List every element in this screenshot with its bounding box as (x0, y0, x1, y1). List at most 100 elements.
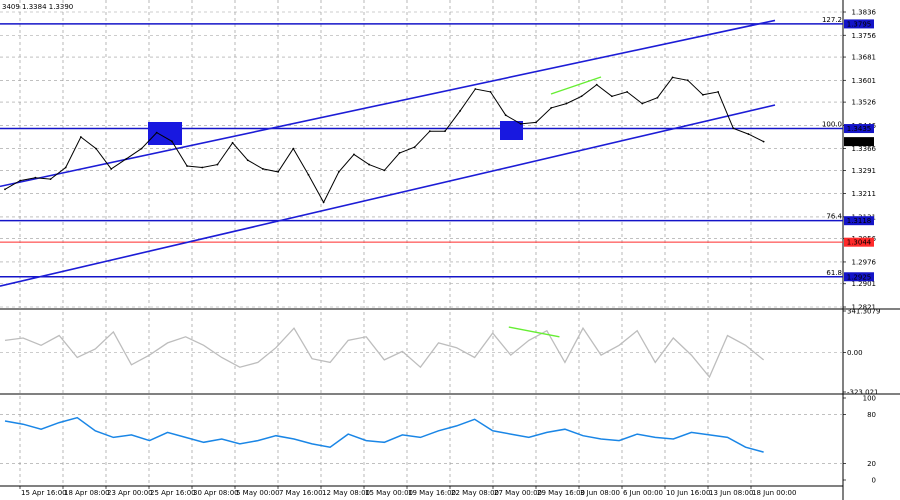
price-point (641, 102, 644, 105)
price-point (610, 95, 613, 98)
price-point (656, 96, 659, 99)
time-tick-label: 22 May 08:00 (451, 489, 499, 497)
time-tick-label: 18 Apr 08:00 (64, 489, 110, 497)
price-point (398, 152, 401, 154)
price-point (140, 147, 143, 150)
price-point (732, 127, 735, 130)
time-tick-label: 19 May 16:00 (408, 489, 456, 497)
level-price-label: 1.3118 (847, 217, 872, 225)
cci-tick-label: 341.3079 (847, 308, 880, 316)
price-point (19, 179, 22, 182)
price-tick-label: 1.3291 (852, 167, 877, 175)
level-prefix-label: 76.4 (826, 213, 842, 221)
time-tick-label: 15 Apr 16:00 (21, 489, 67, 497)
price-point (686, 79, 689, 82)
price-tick-label: 1.3756 (852, 32, 877, 40)
time-tick-label: 10 Jun 16:00 (666, 489, 710, 497)
ohlc-header: 3409 1.3384 1.3390 (2, 3, 73, 11)
time-tick-label: 3 Jun 08:00 (580, 489, 620, 497)
price-point (762, 140, 765, 143)
price-point (353, 153, 355, 156)
rsi-tick-label: 0 (872, 477, 876, 485)
time-tick-label: 15 May 00:00 (365, 489, 413, 497)
level-price-label: 1.3795 (847, 20, 872, 28)
level-price-label: 1.2925 (847, 273, 872, 281)
price-point (474, 88, 477, 90)
level-prefix-label: 61.8 (826, 269, 842, 277)
price-tick-label: 1.3681 (852, 54, 877, 62)
time-axis: 15 Apr 16:0018 Apr 08:0023 Apr 00:0025 A… (19, 486, 796, 497)
time-tick-label: 27 May 00:00 (494, 489, 542, 497)
time-tick-label: 18 Jun 00:00 (752, 489, 796, 497)
price-point (216, 163, 219, 166)
time-tick-label: 29 May 16:00 (537, 489, 585, 497)
price-point (747, 133, 750, 135)
price-point (489, 91, 492, 93)
price-point (125, 157, 128, 160)
time-tick-label: 23 Apr 00:00 (107, 489, 153, 497)
level-price-label: 1.3435 (847, 125, 872, 133)
price-point (231, 141, 234, 144)
price-point (459, 109, 462, 112)
rsi-tick-label: 80 (867, 411, 876, 419)
price-point (535, 121, 537, 124)
price-point (34, 176, 37, 179)
price-point (565, 102, 568, 105)
cci-divergence-line (508, 326, 560, 338)
price-point (64, 166, 67, 169)
time-tick-label: 5 May 00:00 (236, 489, 280, 497)
price-tick-label: 1.2901 (852, 280, 877, 288)
price-tick-label: 1.3526 (852, 99, 877, 107)
price-tick-label: 1.3601 (852, 77, 877, 85)
price-point (519, 122, 522, 125)
time-tick-label: 12 May 08:00 (322, 489, 370, 497)
price-point (428, 130, 431, 133)
price-tick-label: 1.3366 (852, 145, 877, 153)
price-point (292, 147, 295, 150)
level-prefix-label: 100.0 (822, 121, 842, 129)
price-point (550, 107, 553, 109)
grid-layer (0, 0, 900, 500)
price-point (383, 169, 386, 172)
chart-canvas: 3409 1.3384 1.3390 1.3836 1.3756 1.3681 1.3… (0, 0, 900, 500)
current-price-label: 1.3390 (847, 138, 872, 146)
price-point (413, 146, 416, 149)
price-point (4, 188, 6, 191)
highlight-box (148, 122, 182, 145)
price-point (580, 95, 583, 98)
time-tick-label: 13 Jun 08:00 (709, 489, 753, 497)
price-point (170, 140, 173, 143)
level-prefix-label: 127.2 (822, 16, 842, 24)
rsi-tick-label: 100 (863, 395, 876, 403)
price-point (671, 76, 674, 79)
rsi-tick-label: 20 (867, 460, 876, 468)
time-tick-label: 6 Jun 00:00 (623, 489, 663, 497)
time-tick-label: 7 May 16:00 (279, 489, 323, 497)
price-point (717, 91, 720, 93)
price-series-line (4, 76, 764, 204)
channel-upper-line (0, 19, 776, 188)
price-point (444, 130, 446, 133)
price-divergence-line (550, 76, 602, 95)
price-tick-label: 1.3836 (852, 9, 877, 17)
price-point (277, 170, 280, 173)
price-point (368, 163, 371, 166)
price-point (307, 173, 310, 176)
cci-panel: 341.30790.00-323.021 (0, 308, 880, 397)
time-tick-label: 30 Apr 08:00 (193, 489, 239, 497)
channel-lower-line (0, 104, 776, 287)
price-point (322, 201, 325, 204)
cci-tick-label: 0.00 (847, 349, 863, 357)
price-point (49, 178, 52, 181)
price-point (110, 168, 113, 170)
price-point (262, 168, 264, 170)
price-point (246, 159, 249, 162)
price-point (201, 166, 204, 169)
price-tick-label: 1.3211 (852, 190, 877, 198)
price-tick-label: 1.2976 (852, 258, 877, 266)
price-point (337, 170, 340, 173)
price-point (595, 83, 598, 86)
time-tick-label: 25 Apr 16:00 (150, 489, 196, 497)
rsi-panel: 100 80 20 0 (0, 395, 876, 485)
rsi-series-line (4, 416, 764, 453)
